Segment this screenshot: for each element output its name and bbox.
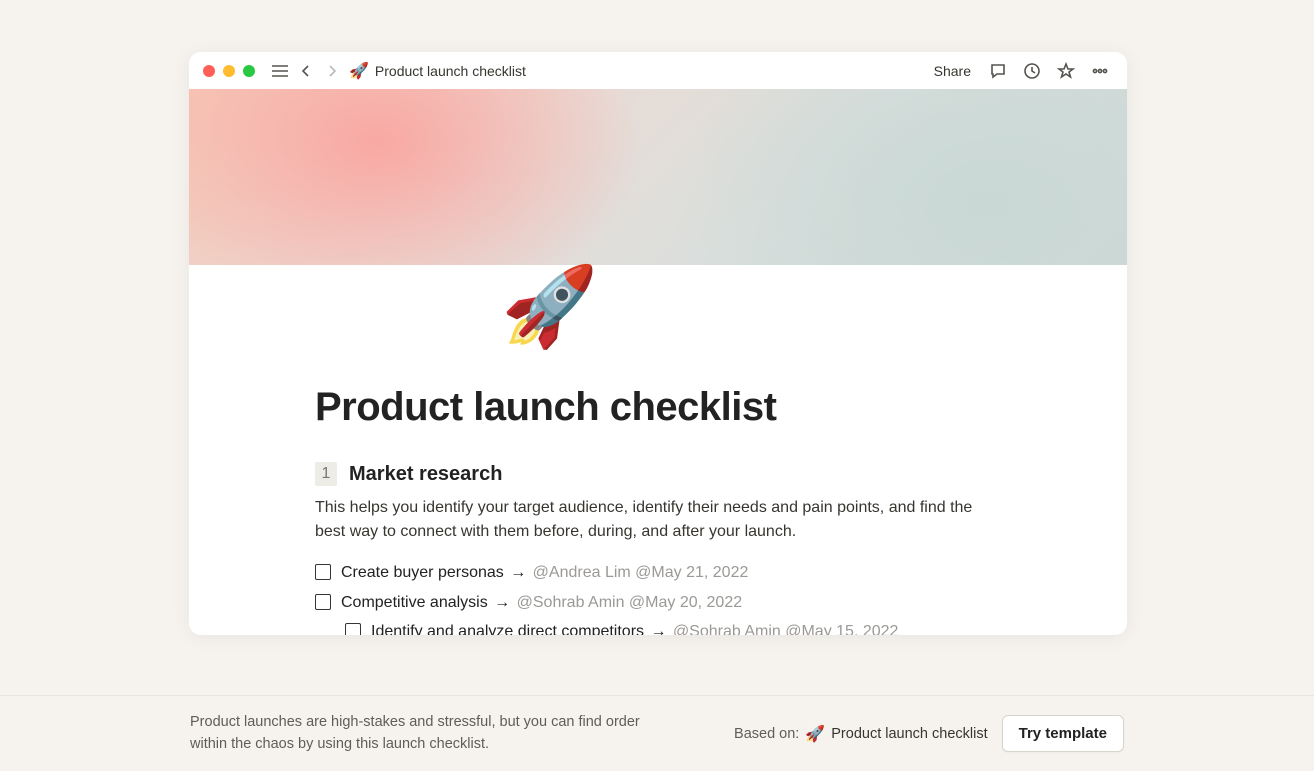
todo-item[interactable]: Create buyer personas → @Andrea Lim @May… xyxy=(315,558,1001,588)
section-number-badge: 1 xyxy=(315,462,337,486)
todo-body[interactable]: Competitive analysis → @Sohrab Amin @May… xyxy=(341,590,742,616)
comments-icon[interactable] xyxy=(985,58,1011,84)
todo-body[interactable]: Create buyer personas → @Andrea Lim @May… xyxy=(341,560,748,586)
arrow-icon: → xyxy=(648,623,672,635)
section-header: 1 Market research xyxy=(315,462,1001,486)
breadcrumb-emoji-icon: 🚀 xyxy=(349,61,369,81)
back-arrow-icon[interactable] xyxy=(293,58,319,84)
based-on-label: Based on: xyxy=(734,726,799,742)
based-on-title: Product launch checklist xyxy=(831,726,987,742)
window-controls xyxy=(203,65,255,77)
section-title[interactable]: Market research xyxy=(349,463,502,486)
todo-item[interactable]: Competitive analysis → @Sohrab Amin @May… xyxy=(315,588,1001,618)
app-window: 🚀 Product launch checklist Share 🚀 Produ… xyxy=(189,52,1127,635)
forward-arrow-icon[interactable] xyxy=(319,58,345,84)
footer-bar: Product launches are high-stakes and str… xyxy=(0,696,1314,771)
date-mention[interactable]: @May 21, 2022 xyxy=(635,564,748,581)
date-mention[interactable]: @May 15, 2022 xyxy=(785,623,898,635)
close-window-button[interactable] xyxy=(203,65,215,77)
page-content: Product launch checklist 1 Market resear… xyxy=(189,385,1127,635)
breadcrumb-title: Product launch checklist xyxy=(375,63,526,79)
todo-checkbox[interactable] xyxy=(315,564,331,580)
titlebar: 🚀 Product launch checklist Share xyxy=(189,52,1127,89)
page-cover[interactable] xyxy=(189,89,1127,265)
todo-text: Competitive analysis xyxy=(341,594,492,611)
mention[interactable]: @Andrea Lim xyxy=(533,564,636,581)
todo-checkbox[interactable] xyxy=(345,623,361,635)
sidebar-toggle-icon[interactable] xyxy=(267,58,293,84)
more-menu-icon[interactable] xyxy=(1087,58,1113,84)
arrow-icon: → xyxy=(508,564,532,581)
minimize-window-button[interactable] xyxy=(223,65,235,77)
todo-text: Identify and analyze direct competitors xyxy=(371,623,648,635)
todo-body[interactable]: Identify and analyze direct competitors … xyxy=(371,619,898,635)
footer-description: Product launches are high-stakes and str… xyxy=(190,712,670,754)
todo-list: Create buyer personas → @Andrea Lim @May… xyxy=(315,558,1001,635)
share-button[interactable]: Share xyxy=(928,63,977,79)
todo-item[interactable]: Identify and analyze direct competitors … xyxy=(345,617,1001,635)
mention[interactable]: @Sohrab Amin xyxy=(517,594,629,611)
todo-text: Create buyer personas xyxy=(341,564,508,581)
mention[interactable]: @Sohrab Amin xyxy=(673,623,785,635)
date-mention[interactable]: @May 20, 2022 xyxy=(629,594,742,611)
todo-checkbox[interactable] xyxy=(315,594,331,610)
based-on-emoji-icon: 🚀 xyxy=(805,724,825,744)
try-template-button[interactable]: Try template xyxy=(1002,715,1124,752)
page-emoji-icon[interactable]: 🚀 xyxy=(501,267,598,345)
updates-clock-icon[interactable] xyxy=(1019,58,1045,84)
page-title[interactable]: Product launch checklist xyxy=(315,385,1001,430)
favorite-star-icon[interactable] xyxy=(1053,58,1079,84)
breadcrumb[interactable]: 🚀 Product launch checklist xyxy=(349,61,526,81)
maximize-window-button[interactable] xyxy=(243,65,255,77)
based-on[interactable]: Based on: 🚀 Product launch checklist xyxy=(734,724,988,744)
arrow-icon: → xyxy=(492,594,516,611)
section-description[interactable]: This helps you identify your target audi… xyxy=(315,496,995,544)
